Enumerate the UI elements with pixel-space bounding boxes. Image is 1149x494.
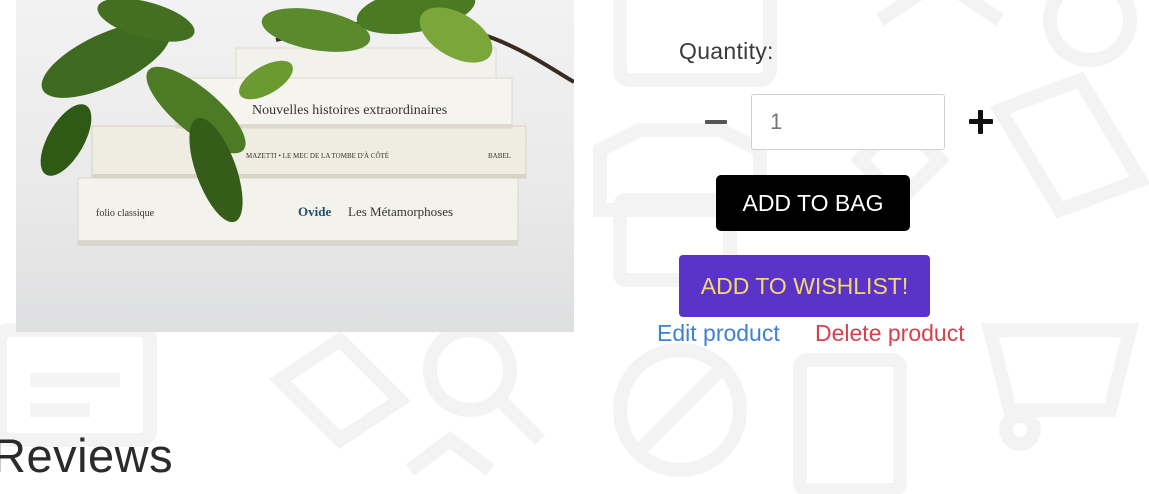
add-to-bag-button[interactable]: ADD TO BAG: [716, 175, 910, 231]
book-spine-text-2: MAZETTI • LE MEC DE LA TOMBE D'À CÔTÉ: [246, 152, 389, 160]
quantity-input[interactable]: [751, 94, 945, 150]
increase-quantity-button[interactable]: [966, 107, 996, 137]
decrease-quantity-button[interactable]: [702, 110, 730, 134]
reviews-heading: Reviews: [0, 429, 174, 482]
book-spine-text-6: Les Métamorphoses: [348, 204, 453, 219]
book-spine-text-3: BABEL: [488, 152, 511, 160]
book-spine-text-1: Nouvelles histoires extraordinaires: [252, 103, 447, 118]
add-to-wishlist-button[interactable]: ADD TO WISHLIST!: [679, 255, 930, 317]
minus-icon: [705, 120, 727, 124]
delete-product-link[interactable]: Delete product: [815, 320, 965, 347]
book-spine-text-5: Ovide: [298, 204, 331, 219]
product-image: Nouvelles histoires extraordinaires MAZE…: [16, 0, 574, 332]
quantity-label: Quantity:: [679, 38, 774, 64]
book-spine-text-4: folio classique: [96, 208, 155, 219]
edit-product-link[interactable]: Edit product: [657, 320, 780, 347]
